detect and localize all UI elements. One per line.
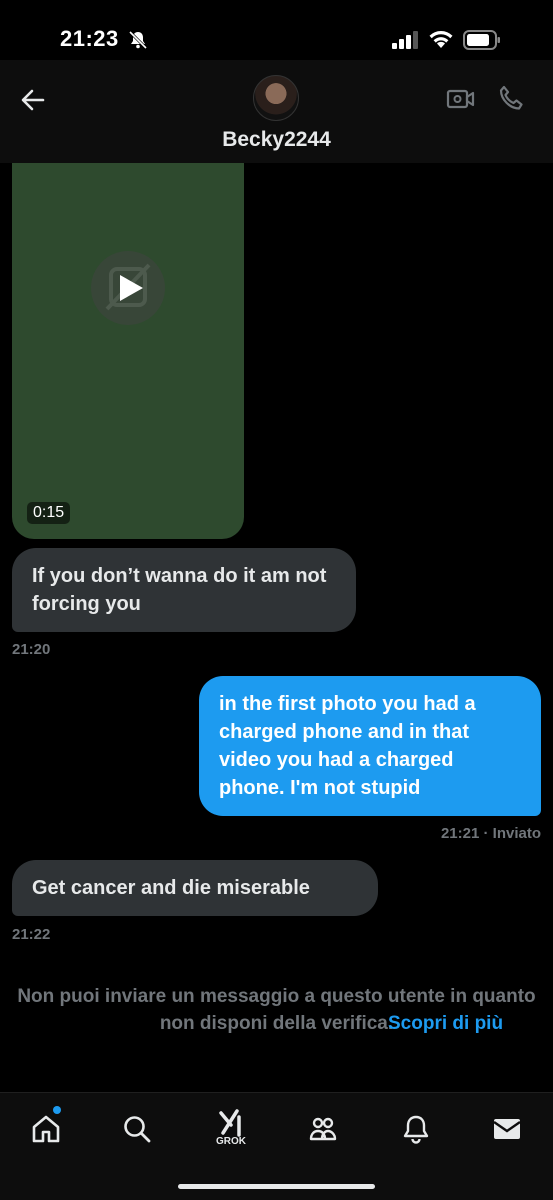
contact-avatar[interactable] xyxy=(253,75,299,121)
video-call-icon[interactable] xyxy=(446,86,476,117)
battery-icon xyxy=(463,30,501,55)
contact-name[interactable]: Becky2244 xyxy=(0,128,553,152)
home-icon xyxy=(32,1115,60,1143)
verification-notice: Non puoi inviare un messaggio a questo u… xyxy=(0,983,553,1037)
conversation-header: Becky2244 xyxy=(0,60,553,163)
bell-icon xyxy=(403,1115,429,1144)
tab-home[interactable] xyxy=(26,1109,66,1149)
tab-messages[interactable] xyxy=(487,1109,527,1149)
grok-icon xyxy=(219,1109,241,1137)
wifi-icon xyxy=(428,29,454,54)
cellular-signal-icon xyxy=(392,31,420,54)
learn-more-link[interactable]: Scopri di più xyxy=(388,1010,503,1037)
notification-dot xyxy=(53,1106,61,1114)
message-timestamp: 21:21 · Inviato xyxy=(440,825,541,842)
phone-call-icon[interactable] xyxy=(497,84,525,117)
mail-icon xyxy=(493,1119,521,1139)
video-duration: 0:15 xyxy=(27,502,71,524)
bell-off-icon xyxy=(128,30,148,55)
message-timestamp: 21:22 xyxy=(12,926,51,943)
communities-icon xyxy=(309,1117,337,1141)
tab-communities[interactable] xyxy=(303,1109,343,1149)
status-time: 21:23 xyxy=(60,26,119,51)
message-timestamp: 21:20 xyxy=(12,641,51,658)
tab-search[interactable] xyxy=(117,1109,157,1149)
video-message[interactable]: 0:15 xyxy=(12,163,244,539)
tab-grok-label: GROK xyxy=(216,1136,246,1147)
search-icon xyxy=(124,1116,151,1143)
home-indicator xyxy=(178,1184,375,1189)
back-arrow-icon[interactable] xyxy=(18,85,48,115)
tab-notifications[interactable] xyxy=(396,1109,436,1149)
message-bubble-incoming[interactable]: Get cancer and die miserable xyxy=(12,860,378,916)
message-bubble-incoming[interactable]: If you don’t wanna do it am not forcing … xyxy=(12,548,356,632)
message-bubble-outgoing[interactable]: in the first photo you had a charged pho… xyxy=(199,676,541,816)
play-icon[interactable] xyxy=(91,251,165,325)
